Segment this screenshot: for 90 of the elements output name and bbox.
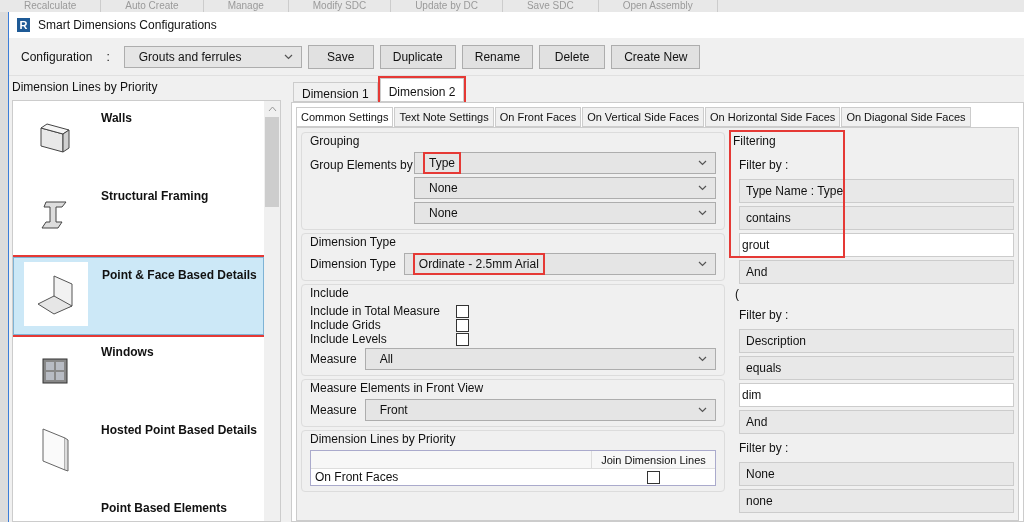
tab[interactable]: Dimension 1 [293, 82, 378, 102]
group-title: Filtering [733, 133, 777, 150]
selected-value: Front [378, 402, 409, 419]
separator-text: : [106, 48, 110, 66]
selected-value: None [428, 205, 459, 222]
panel-icon [40, 426, 70, 472]
toolbar-button[interactable]: Delete [539, 44, 606, 69]
group-title: Dimension Type [310, 235, 397, 250]
dropdown[interactable]: Ordinate - 2.5mm Arial [403, 253, 716, 275]
selected-value: Type [423, 152, 461, 174]
column-header: Join Dimension Lines [591, 451, 715, 468]
tab[interactable]: Dimension 2 [379, 78, 465, 102]
caret-icon [698, 160, 707, 166]
item-label: Walls [101, 110, 132, 127]
group-title: Include [310, 286, 350, 301]
checkbox-label: Include in Total Measure [310, 303, 441, 320]
dropdown[interactable]: Type [414, 152, 716, 174]
field-label: Filter by : [739, 307, 790, 324]
field-label: Filter by : [739, 440, 790, 457]
dropdown[interactable]: None [739, 462, 1014, 486]
dropdown[interactable]: Description [739, 329, 1014, 353]
tab[interactable]: On Diagonal Side Faces [841, 107, 971, 127]
field-label: Filter by : [739, 157, 790, 174]
list-item[interactable]: Walls [13, 101, 264, 179]
dropdown[interactable]: And [739, 410, 1014, 434]
tab[interactable]: Text Note Settings [394, 107, 494, 127]
dropdown[interactable]: None [414, 177, 716, 199]
dropdown[interactable]: none [739, 489, 1014, 513]
block-icon [37, 120, 73, 154]
caret-icon [698, 261, 707, 267]
selected-value: Grouts and ferrules [137, 48, 243, 66]
caret-icon [698, 407, 707, 413]
i-beam-icon [40, 198, 70, 232]
scroll-thumb[interactable] [265, 117, 279, 207]
selected-value: Ordinate - 2.5mm Arial [412, 253, 545, 275]
checkbox[interactable] [456, 318, 469, 332]
field-label: Dimension Type [310, 256, 396, 273]
tab[interactable]: On Horizontal Side Faces [705, 107, 841, 127]
checkbox-label: Include Grids [310, 317, 382, 334]
tab[interactable]: On Vertical Side Faces [582, 107, 705, 127]
item-label: Hosted Point Based Details [101, 422, 258, 439]
field-label: Measure [310, 351, 357, 368]
item-label: Point & Face Based Details [102, 267, 257, 284]
checkbox[interactable] [646, 470, 660, 484]
caret-icon [698, 210, 707, 216]
window-icon [42, 358, 68, 384]
dropdown[interactable]: All [364, 348, 716, 370]
field-label: Configuration [21, 48, 93, 66]
window-title: Smart Dimensions Configurations [38, 17, 217, 34]
parenthesis-text: ( [735, 287, 740, 301]
dropdown[interactable]: Front [364, 399, 716, 421]
dropdown[interactable]: Type Name : Type [739, 179, 1014, 203]
caret-icon [283, 53, 293, 60]
list-item[interactable]: Point Based Elements [13, 491, 264, 521]
corner-plate-icon [36, 272, 76, 316]
checkbox[interactable] [456, 304, 469, 318]
list-item[interactable]: Hosted Point Based Details [13, 413, 264, 491]
group-title: Grouping [310, 134, 361, 149]
tab[interactable]: On Front Faces [494, 107, 582, 127]
panel-title: Dimension Lines by Priority [12, 79, 159, 96]
toolbar-button[interactable]: Duplicate [379, 44, 456, 69]
field-label: Measure [310, 402, 357, 419]
group-title: Dimension Lines by Priority [310, 432, 457, 447]
toolbar-button[interactable]: Create New [611, 44, 701, 69]
group-title: Measure Elements in Front View [310, 381, 485, 396]
selected-value: All [378, 351, 395, 368]
dropdown[interactable]: And [739, 260, 1014, 284]
dropdown[interactable]: None [414, 202, 716, 224]
list-item[interactable]: Structural Framing [13, 179, 264, 257]
scrollbar[interactable] [264, 101, 280, 521]
dropdown[interactable]: equals [739, 356, 1014, 380]
toolbar-button[interactable]: Save [307, 44, 374, 69]
selected-value: None [428, 180, 459, 197]
input-field[interactable]: dim [739, 383, 1014, 407]
input-field[interactable]: grout [739, 233, 1014, 257]
tab[interactable]: Common Settings [296, 107, 394, 127]
caret-icon [698, 185, 707, 191]
checkbox[interactable] [456, 332, 469, 346]
list-item[interactable]: Windows [13, 335, 264, 413]
dropdown[interactable]: Grouts and ferrules [123, 45, 302, 68]
checkbox-label: Include Levels [310, 331, 388, 348]
list-item[interactable]: Point & Face Based Details [13, 257, 264, 335]
table-cell-text: On Front Faces [314, 469, 400, 486]
item-label: Point Based Elements [101, 500, 228, 517]
item-label: Structural Framing [101, 188, 209, 205]
caret-icon [698, 356, 707, 362]
toolbar-button[interactable]: Rename [461, 44, 534, 69]
item-label: Windows [101, 344, 154, 361]
app-logo-icon: R [17, 18, 30, 32]
dropdown[interactable]: contains [739, 206, 1014, 230]
